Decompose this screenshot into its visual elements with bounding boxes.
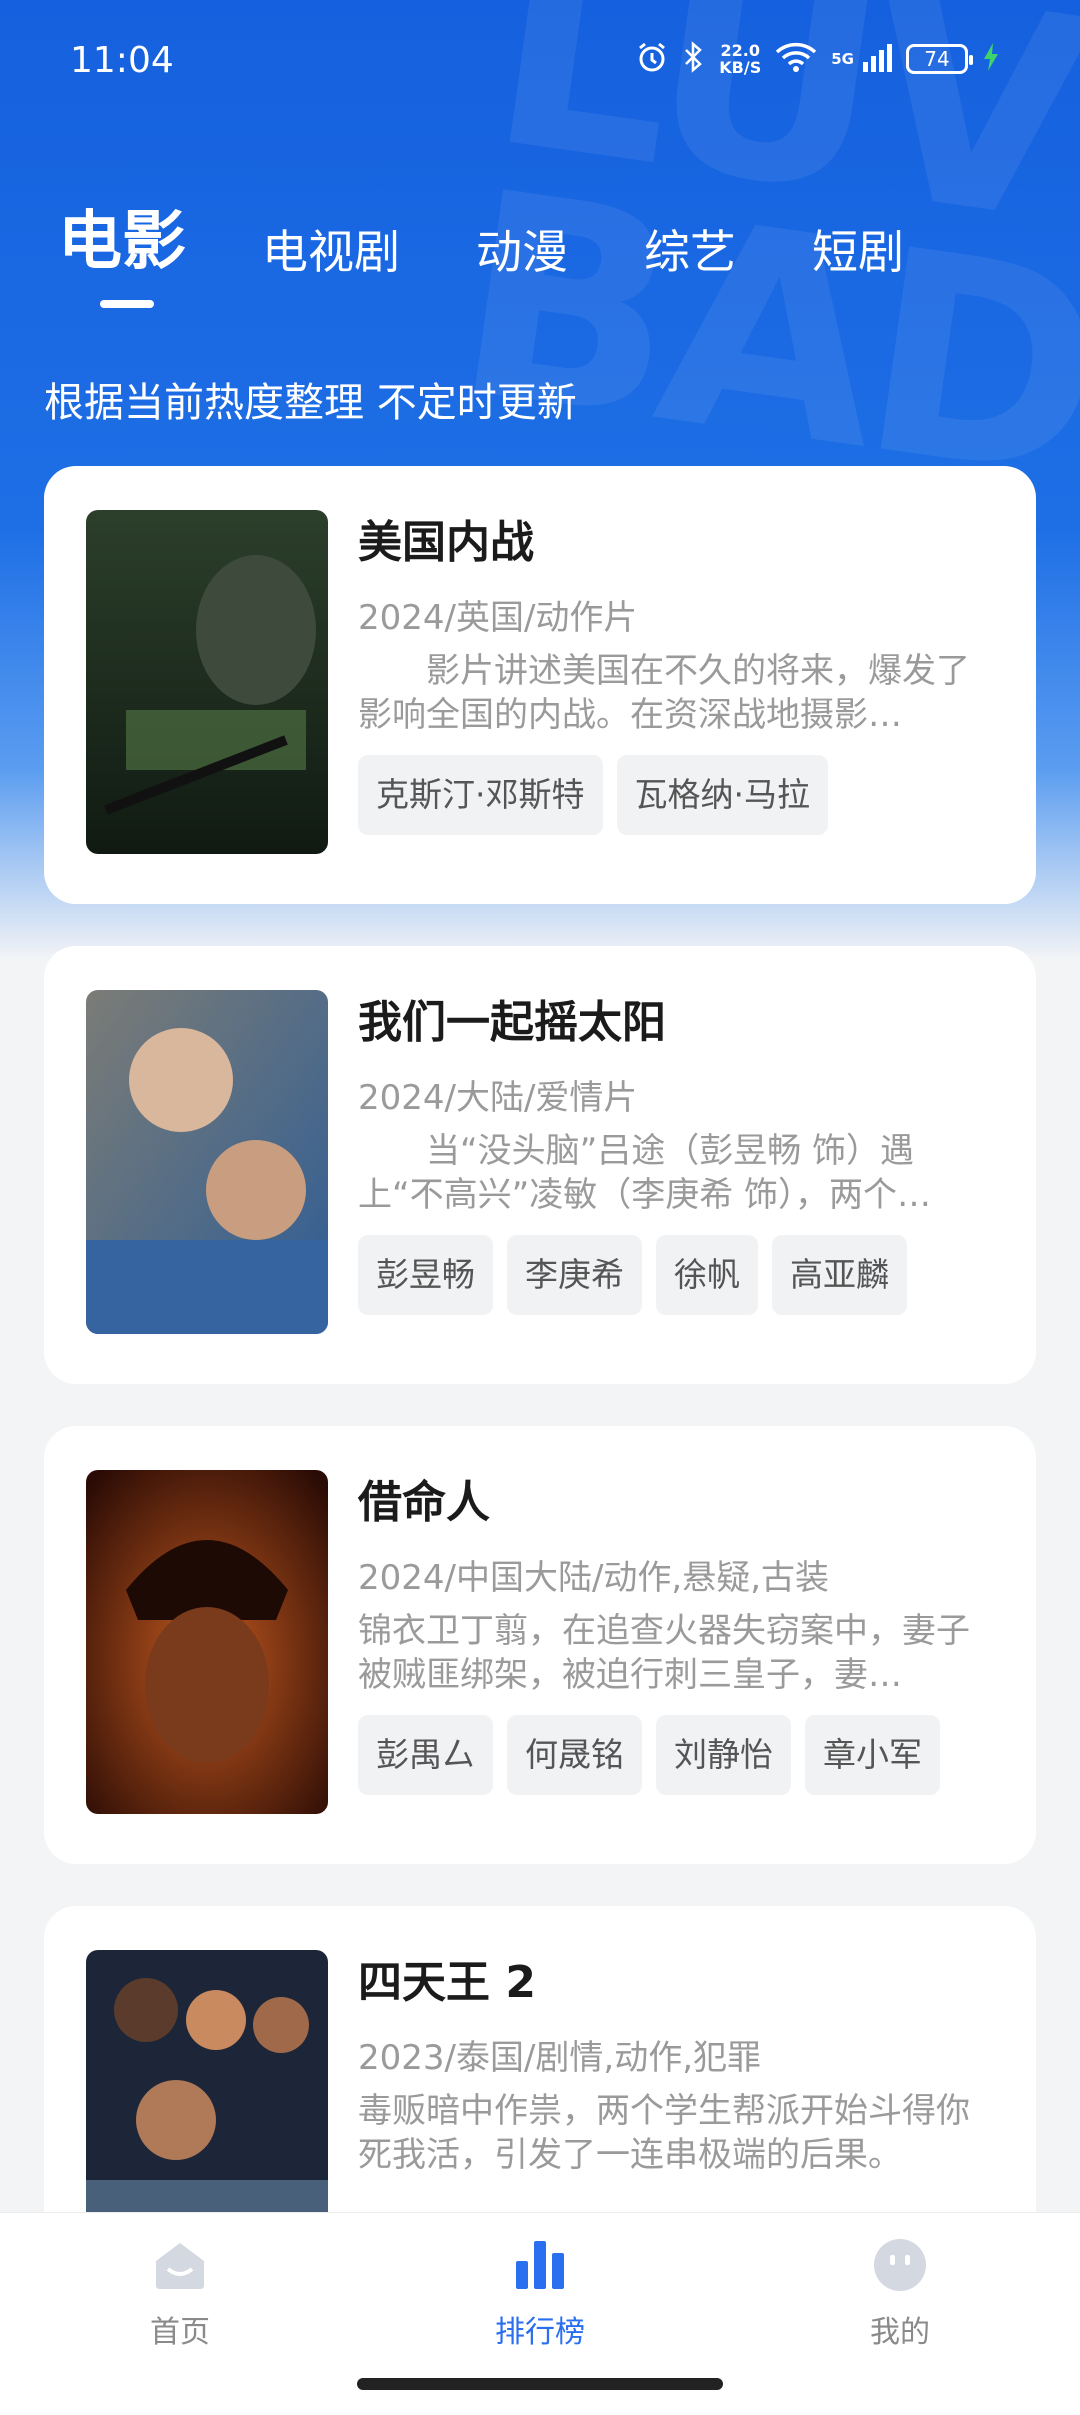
network-speed-value: 22.0	[720, 41, 760, 60]
signal-icon	[862, 42, 892, 76]
charging-icon	[982, 42, 1000, 76]
tab-anime[interactable]: 动漫	[476, 216, 568, 282]
cast-tag[interactable]: 彭禺厶	[358, 1715, 493, 1795]
movie-info: 四天王 2 2023/泰国/剧情,动作,犯罪 毒贩暗中作祟，两个学生帮派开始斗得…	[358, 1946, 996, 2195]
network-type: 5G	[831, 50, 854, 68]
movie-description: 当“没头脑”吕途（彭昱畅 饰）遇上“不高兴”凌敏（李庚希 饰），两个…	[358, 1131, 932, 1215]
tab-variety[interactable]: 综艺	[644, 216, 736, 282]
nav-home[interactable]: 首页	[80, 2235, 280, 2351]
movie-card[interactable]: 我们一起摇太阳 2024/大陆/爱情片 当“没头脑”吕途（彭昱畅 饰）遇上“不高…	[44, 946, 1036, 1384]
movie-info: 我们一起摇太阳 2024/大陆/爱情片 当“没头脑”吕途（彭昱畅 饰）遇上“不高…	[358, 986, 996, 1315]
status-time: 11:04	[70, 40, 174, 81]
movie-description: 毒贩暗中作祟，两个学生帮派开始斗得你死我活，引发了一连串极端的后果。	[358, 2091, 970, 2175]
network-speed-unit: KB/S	[719, 58, 762, 77]
ranking-icon	[510, 2235, 570, 2295]
movie-title: 我们一起摇太阳	[358, 997, 666, 1048]
cast-tag[interactable]: 彭昱畅	[358, 1235, 493, 1315]
wifi-icon	[775, 40, 817, 78]
active-tab-indicator	[100, 300, 154, 308]
nav-ranking[interactable]: 排行榜	[440, 2235, 640, 2351]
movie-info: 美国内战 2024/英国/动作片 影片讲述美国在不久的将来，爆发了影响全国的内战…	[358, 506, 996, 835]
alarm-icon	[635, 40, 669, 78]
battery-indicator: 74	[906, 44, 973, 74]
movie-description: 影片讲述美国在不久的将来，爆发了影响全国的内战。在资深战地摄影…	[358, 651, 970, 735]
movie-meta: 2024/大陆/爱情片	[358, 1078, 638, 1118]
nav-profile[interactable]: 我的	[800, 2235, 1000, 2351]
movie-meta: 2023/泰国/剧情,动作,犯罪	[358, 2038, 762, 2078]
movie-title: 四天王 2	[358, 1957, 536, 2008]
home-icon	[150, 2235, 210, 2295]
cast-tag[interactable]: 李庚希	[507, 1235, 642, 1315]
network-speed: 22.0 KB/S	[719, 42, 761, 76]
cast-tag[interactable]: 高亚麟	[772, 1235, 907, 1315]
status-icons: 22.0 KB/S 5G 74	[635, 40, 1000, 78]
movie-info: 借命人 2024/中国大陆/动作,悬疑,古装 锦衣卫丁翦，在追查火器失窃案中，妻…	[358, 1466, 996, 1795]
movie-meta: 2024/英国/动作片	[358, 598, 638, 638]
cast-tags: 克斯汀·邓斯特 瓦格纳·马拉	[358, 755, 996, 835]
movie-card[interactable]: 美国内战 2024/英国/动作片 影片讲述美国在不久的将来，爆发了影响全国的内战…	[44, 466, 1036, 904]
gesture-home-bar[interactable]	[357, 2378, 723, 2390]
movie-poster[interactable]	[86, 510, 328, 854]
nav-profile-label: 我的	[870, 2315, 930, 2350]
tab-movies[interactable]: 电影	[58, 190, 186, 282]
cast-tag[interactable]: 刘静怡	[656, 1715, 791, 1795]
cast-tag[interactable]: 克斯汀·邓斯特	[358, 755, 603, 835]
movie-ranking-list: 美国内战 2024/英国/动作片 影片讲述美国在不久的将来，爆发了影响全国的内战…	[44, 466, 1036, 2386]
movie-description: 锦衣卫丁翦，在追查火器失窃案中，妻子被贼匪绑架，被迫行刺三皇子，妻…	[358, 1611, 970, 1695]
ranking-subtitle: 根据当前热度整理 不定时更新	[44, 380, 577, 426]
bluetooth-icon	[683, 40, 705, 78]
cast-tag[interactable]: 章小军	[805, 1715, 940, 1795]
cast-tags: 彭禺厶 何晟铭 刘静怡 章小军	[358, 1715, 996, 1795]
movie-title: 美国内战	[358, 517, 534, 568]
profile-icon	[870, 2235, 930, 2295]
status-bar: 11:04 22.0 KB/S 5G 74	[0, 0, 1080, 130]
cast-tag[interactable]: 徐帆	[656, 1235, 758, 1315]
cast-tag[interactable]: 何晟铭	[507, 1715, 642, 1795]
movie-card[interactable]: 借命人 2024/中国大陆/动作,悬疑,古装 锦衣卫丁翦，在追查火器失窃案中，妻…	[44, 1426, 1036, 1864]
movie-meta: 2024/中国大陆/动作,悬疑,古装	[358, 1558, 830, 1598]
cast-tag[interactable]: 瓦格纳·马拉	[616, 755, 828, 835]
movie-poster[interactable]	[86, 1470, 328, 1814]
tab-tv-series[interactable]: 电视剧	[262, 216, 400, 282]
category-tabs: 电影 电视剧 动漫 综艺 短剧	[58, 190, 980, 282]
movie-poster[interactable]	[86, 990, 328, 1334]
nav-home-label: 首页	[150, 2315, 210, 2350]
movie-title: 借命人	[358, 1477, 490, 1528]
nav-ranking-label: 排行榜	[495, 2315, 585, 2350]
tab-short-drama[interactable]: 短剧	[812, 216, 904, 282]
cast-tags: 彭昱畅 李庚希 徐帆 高亚麟	[358, 1235, 996, 1315]
